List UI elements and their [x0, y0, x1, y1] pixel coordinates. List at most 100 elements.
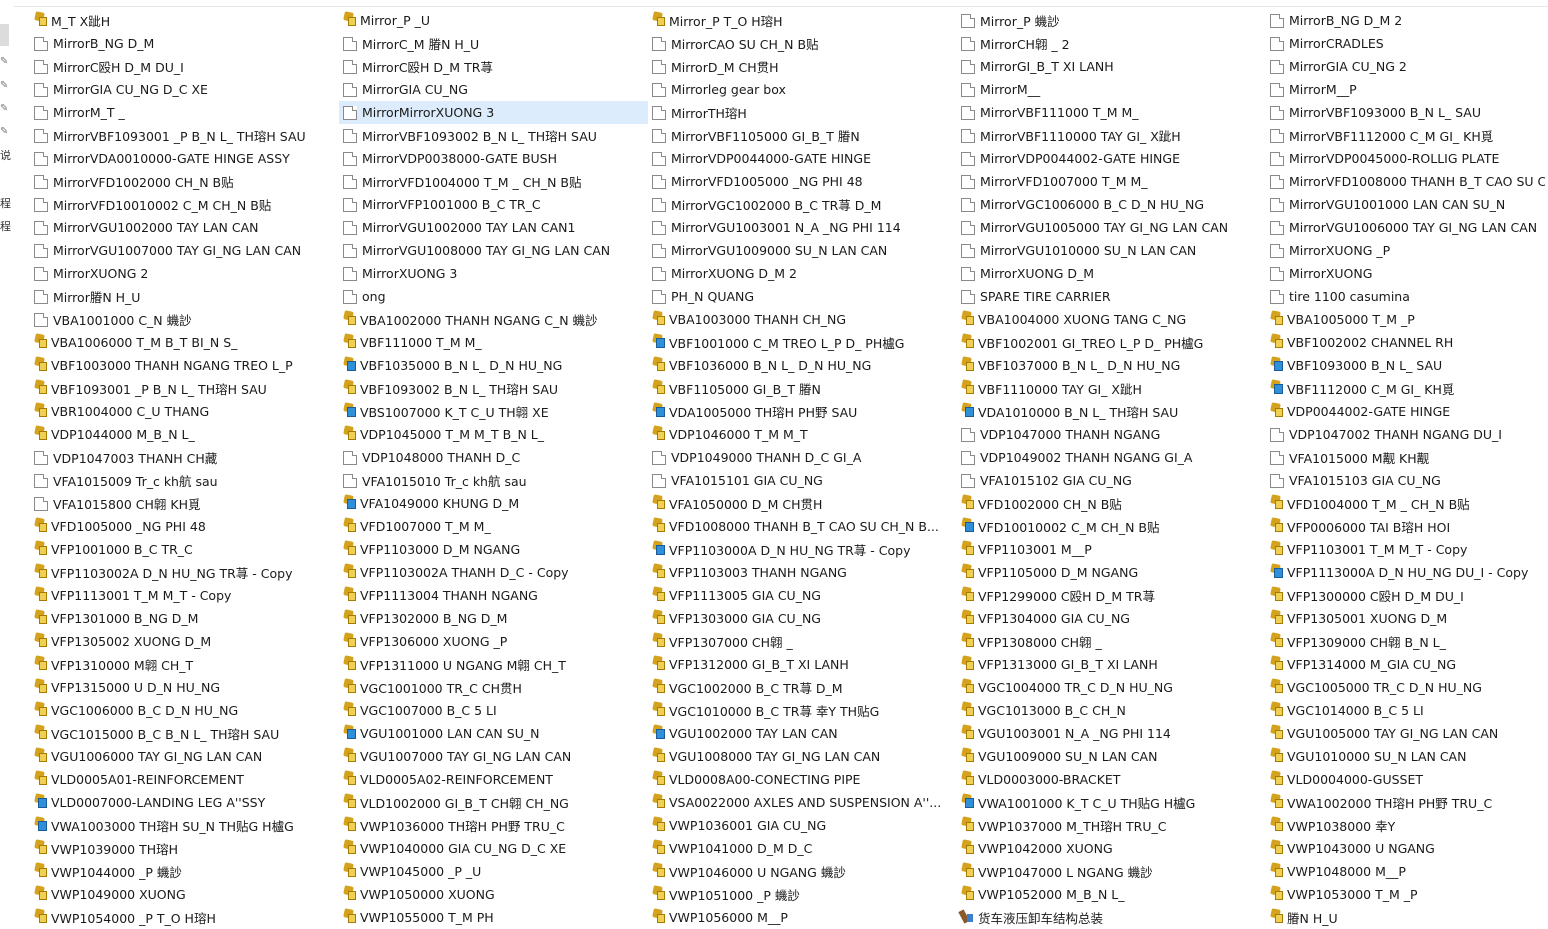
file-item[interactable]: VBF1112000 C_M GI_ KH覓: [1266, 377, 1545, 400]
file-item[interactable]: VBF1110000 TAY GI_ X跐H: [957, 377, 1266, 400]
file-item[interactable]: VFP1314000 M_GIA CU_NG: [1266, 653, 1545, 676]
file-item[interactable]: MirrorVBF1112000 C_M GI_ KH覓: [1266, 124, 1545, 147]
file-item[interactable]: VFP1103001 M__P: [957, 538, 1266, 561]
nav-pane-label[interactable]: 程: [0, 198, 12, 210]
pin-icon[interactable]: ✎: [0, 80, 10, 92]
file-item[interactable]: MirrorB_NG D_M 2: [1266, 9, 1545, 32]
file-item[interactable]: MirrorVBF1093001 _P B_N L_ TH瑢H SAU: [30, 124, 339, 147]
file-item[interactable]: Mirror_P _U: [339, 9, 648, 32]
file-item[interactable]: VBA1002000 THANH NGANG C_N 蟣訬: [339, 308, 648, 331]
file-item[interactable]: MirrorGIA CU_NG D_C XE: [30, 78, 339, 101]
file-item[interactable]: VDP1045000 T_M M_T B_N L_: [339, 423, 648, 446]
file-item[interactable]: VBF1037000 B_N L_ D_N HU_NG: [957, 354, 1266, 377]
file-item[interactable]: MirrorVGU1009000 SU_N LAN CAN: [648, 239, 957, 262]
file-item[interactable]: Mirror膡N H_U: [30, 285, 339, 308]
file-item[interactable]: MirrorVFD10010002 C_M CH_N B贴: [30, 193, 339, 216]
file-item[interactable]: VFA1050000 D_M CH贯H: [648, 492, 957, 515]
file-item[interactable]: MirrorXUONG D_M: [957, 262, 1266, 285]
file-item[interactable]: MirrorVGU1002000 TAY LAN CAN1: [339, 216, 648, 239]
file-item[interactable]: VWP1037000 M_TH瑢H TRU_C: [957, 814, 1266, 837]
file-item[interactable]: VFA1015009 Tr_c kh航 sau: [30, 469, 339, 492]
file-item[interactable]: VGC1004000 TR_C D_N HU_NG: [957, 676, 1266, 699]
file-item[interactable]: VFP1315000 U D_N HU_NG: [30, 676, 339, 699]
file-item[interactable]: VFD1004000 T_M _ CH_N B贴: [1266, 492, 1545, 515]
file-item[interactable]: VFP1311000 U NGANG M翶 CH_T: [339, 653, 648, 676]
file-item[interactable]: VGU1008000 TAY GI_NG LAN CAN: [648, 745, 957, 768]
file-item[interactable]: VGC1014000 B_C 5 LI: [1266, 699, 1545, 722]
file-item[interactable]: VWA1002000 TH瑢H PH野 TRU_C: [1266, 791, 1545, 814]
file-item[interactable]: VBF1002001 GI_TREO L_P D_ PH櫨G: [957, 331, 1266, 354]
pin-icon[interactable]: ✎: [0, 103, 10, 115]
file-item[interactable]: VGU1005000 TAY GI_NG LAN CAN: [1266, 722, 1545, 745]
file-item[interactable]: MirrorCAO SU CH_N B贴: [648, 32, 957, 55]
file-item[interactable]: VWP1051000 _P 蟣訬: [648, 883, 957, 906]
file-item[interactable]: VBF1105000 GI_B_T 膡N: [648, 377, 957, 400]
file-item[interactable]: VWP1044000 _P 蟣訬: [30, 860, 339, 883]
file-item[interactable]: VFP1312000 GI_B_T XI LANH: [648, 653, 957, 676]
file-item[interactable]: VFP1105000 D_M NGANG: [957, 561, 1266, 584]
nav-pane-label[interactable]: 说: [0, 150, 12, 162]
file-item[interactable]: VDP1047000 THANH NGANG: [957, 423, 1266, 446]
file-item[interactable]: MirrorVGC1006000 B_C D_N HU_NG: [957, 193, 1266, 216]
file-item[interactable]: MirrorVGU1008000 TAY GI_NG LAN CAN: [339, 239, 648, 262]
file-item[interactable]: VWP1054000 _P T_O H瑢H: [30, 906, 339, 929]
pin-icon[interactable]: ✎: [0, 56, 10, 68]
file-item[interactable]: MirrorC殴H D_M TR荨: [339, 55, 648, 78]
file-item[interactable]: VBF1093001 _P B_N L_ TH瑢H SAU: [30, 377, 339, 400]
file-item[interactable]: VFA1015010 Tr_c kh航 sau: [339, 469, 648, 492]
file-item[interactable]: VGC1002000 B_C TR荨 D_M: [648, 676, 957, 699]
file-item[interactable]: VBF1003000 THANH NGANG TREO L_P: [30, 354, 339, 377]
file-item[interactable]: VFP1103000 D_M NGANG: [339, 538, 648, 561]
file-item[interactable]: VSA0022000 AXLES AND SUSPENSION A''...: [648, 791, 957, 814]
file-item[interactable]: MirrorGIA CU_NG: [339, 78, 648, 101]
file-item[interactable]: VGC1006000 B_C D_N HU_NG: [30, 699, 339, 722]
file-item[interactable]: VGU1003001 N_A _NG PHI 114: [957, 722, 1266, 745]
file-item[interactable]: VBS1007000 K_T C_U TH翶 XE: [339, 400, 648, 423]
file-item[interactable]: MirrorC_M 膡N H_U: [339, 32, 648, 55]
file-item[interactable]: VGU1010000 SU_N LAN CAN: [1266, 745, 1545, 768]
file-item[interactable]: VWP1048000 M__P: [1266, 860, 1545, 883]
file-item[interactable]: VGC1015000 B_C B_N L_ TH瑢H SAU: [30, 722, 339, 745]
file-item[interactable]: PH_N QUANG: [648, 285, 957, 308]
file-item[interactable]: VWA1001000 K_T C_U TH贴G H櫨G: [957, 791, 1266, 814]
file-item[interactable]: VDP1049000 THANH D_C GI_A: [648, 446, 957, 469]
file-item[interactable]: VGU1007000 TAY GI_NG LAN CAN: [339, 745, 648, 768]
file-item[interactable]: VWP1046000 U NGANG 蟣訬: [648, 860, 957, 883]
file-item[interactable]: MirrorVBF1110000 TAY GI_ X跐H: [957, 124, 1266, 147]
file-item[interactable]: MirrorVDP0044000-GATE HINGE: [648, 147, 957, 170]
file-item[interactable]: MirrorVDA0010000-GATE HINGE ASSY: [30, 147, 339, 170]
file-item[interactable]: VGU1006000 TAY GI_NG LAN CAN: [30, 745, 339, 768]
file-item[interactable]: SPARE TIRE CARRIER: [957, 285, 1266, 308]
file-item[interactable]: VBF1036000 B_N L_ D_N HU_NG: [648, 354, 957, 377]
file-item[interactable]: VFP1306000 XUONG _P: [339, 630, 648, 653]
file-item[interactable]: VGU1009000 SU_N LAN CAN: [957, 745, 1266, 768]
file-item[interactable]: VFP1307000 CH翶 _: [648, 630, 957, 653]
file-item[interactable]: VBA1005000 T_M _P: [1266, 308, 1545, 331]
file-item[interactable]: VFP1305002 XUONG D_M: [30, 630, 339, 653]
file-item[interactable]: VFP1103002A D_N HU_NG TR荨 - Copy: [30, 561, 339, 584]
file-item[interactable]: VWP1042000 XUONG: [957, 837, 1266, 860]
file-item[interactable]: VFP1313000 GI_B_T XI LANH: [957, 653, 1266, 676]
file-item[interactable]: VFD1002000 CH_N B贴: [957, 492, 1266, 515]
file-item[interactable]: VFP1113001 T_M M_T - Copy: [30, 584, 339, 607]
file-item[interactable]: MirrorVGU1002000 TAY LAN CAN: [30, 216, 339, 239]
file-item[interactable]: MirrorVGC1002000 B_C TR荨 D_M: [648, 193, 957, 216]
file-item[interactable]: 货车液压卸车结构总装: [957, 906, 1266, 929]
file-item[interactable]: MirrorB_NG D_M: [30, 32, 339, 55]
file-item[interactable]: VFP1300000 C殴H D_M DU_I: [1266, 584, 1545, 607]
file-item[interactable]: MirrorVBF1093000 B_N L_ SAU: [1266, 101, 1545, 124]
file-item[interactable]: VFA1015102 GIA CU_NG: [957, 469, 1266, 492]
file-item[interactable]: VLD1002000 GI_B_T CH翶 CH_NG: [339, 791, 648, 814]
file-item[interactable]: VFP1309000 CH翶 B_N L_: [1266, 630, 1545, 653]
file-item[interactable]: VWP1036001 GIA CU_NG: [648, 814, 957, 837]
file-item[interactable]: VFD1008000 THANH B_T CAO SU CH_N B...: [648, 515, 957, 538]
file-item[interactable]: VWP1038000 幸Y: [1266, 814, 1545, 837]
file-item[interactable]: VGC1005000 TR_C D_N HU_NG: [1266, 676, 1545, 699]
file-item[interactable]: VFP0006000 TAI B瑢H HOI: [1266, 515, 1545, 538]
file-item[interactable]: VDP1049002 THANH NGANG GI_A: [957, 446, 1266, 469]
file-item[interactable]: MirrorVDP0045000-ROLLIG PLATE: [1266, 147, 1545, 170]
file-item[interactable]: MirrorXUONG 3: [339, 262, 648, 285]
file-item[interactable]: VFP1310000 M翶 CH_T: [30, 653, 339, 676]
file-item[interactable]: VFP1305001 XUONG D_M: [1266, 607, 1545, 630]
file-item[interactable]: MirrorVGU1003001 N_A _NG PHI 114: [648, 216, 957, 239]
